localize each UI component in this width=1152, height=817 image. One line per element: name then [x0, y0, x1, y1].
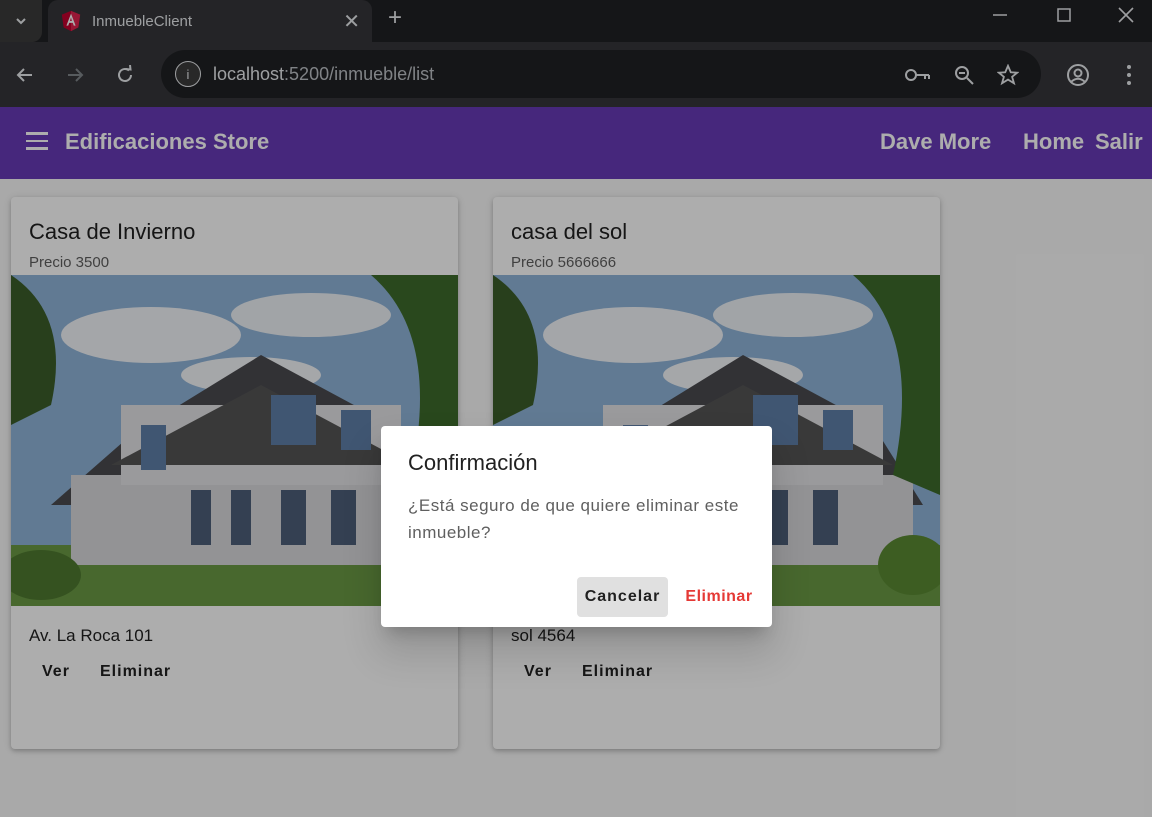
dialog-backdrop[interactable]	[0, 0, 1152, 817]
dialog-title: Confirmación	[408, 450, 538, 475]
dialog-message: ¿Está seguro de que quiere eliminar este…	[408, 496, 739, 542]
confirmation-dialog: Confirmación ¿Está seguro de que quiere …	[381, 426, 772, 627]
confirm-delete-button[interactable]: Eliminar	[677, 577, 761, 617]
cancel-button[interactable]: Cancelar	[577, 577, 668, 617]
